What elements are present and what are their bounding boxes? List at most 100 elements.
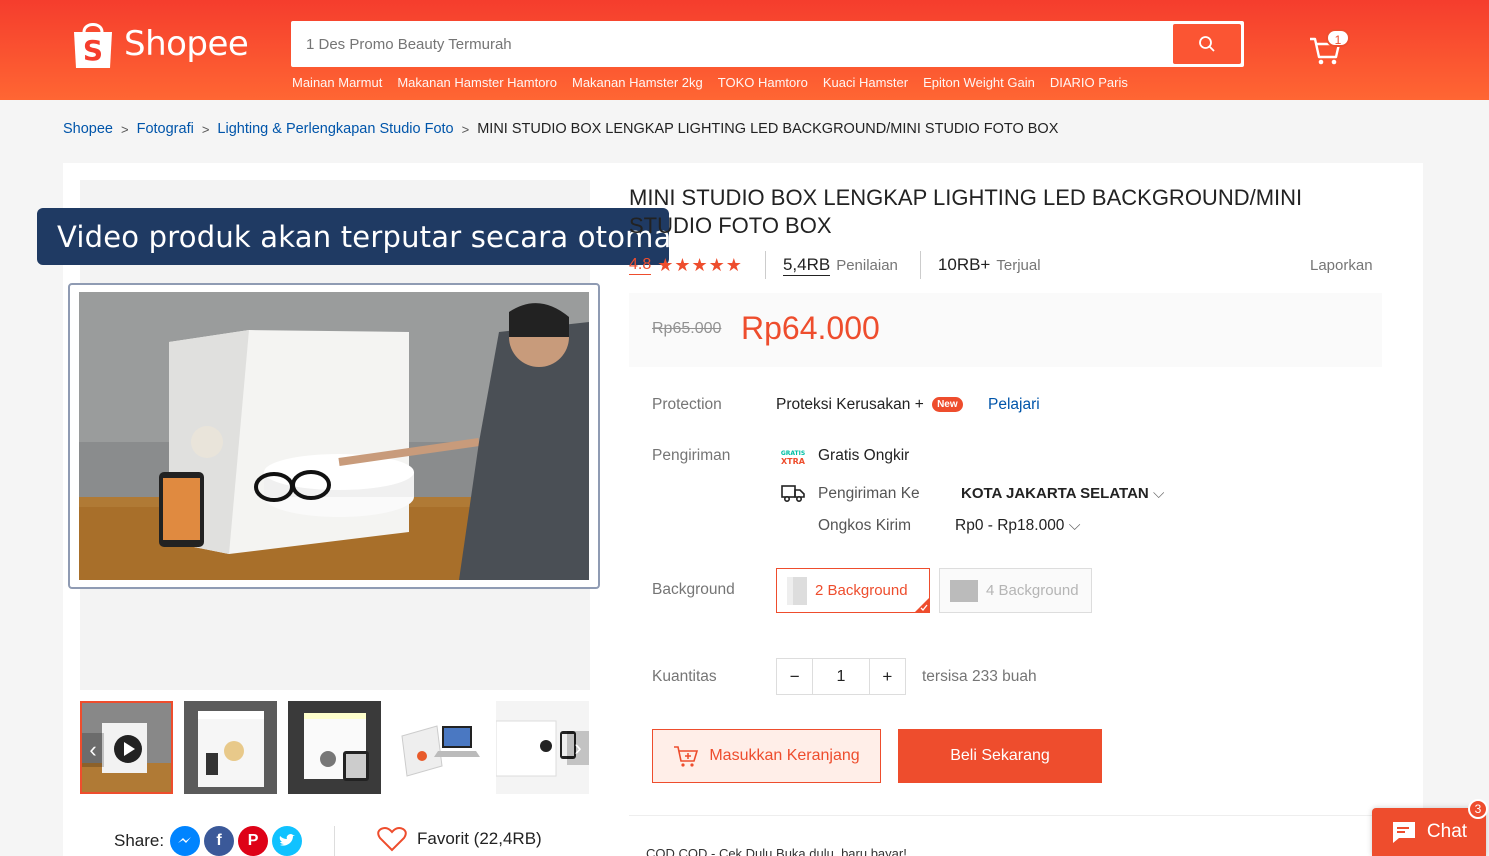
messenger-icon[interactable] [170,826,201,856]
divider [334,826,335,856]
quantity-value[interactable]: 1 [812,659,870,694]
free-shipping-icon: GRATIS XTRA [781,448,805,466]
variant-label: 4 Background [986,582,1079,599]
ship-cost-dropdown[interactable]: Rp0 - Rp18.000 ⌵ [955,517,1081,535]
quantity-label: Kuantitas [652,668,717,685]
protection-text: Proteksi Kerusakan + [776,396,924,413]
svg-text:XTRA: XTRA [781,457,805,466]
protection-value: Proteksi Kerusakan + New [776,396,963,414]
pinterest-icon[interactable]: P [238,826,269,856]
sold-label: Terjual [996,256,1041,274]
ship-to-label: Pengiriman Ke [818,485,920,502]
chevron-right-icon: > [201,121,210,137]
ship-cost-value: Rp0 - Rp18.000 [955,517,1065,534]
search-button[interactable] [1173,24,1241,64]
share-section: Share: f P [114,826,303,856]
original-price: Rp65.000 [652,320,722,337]
stock-text: tersisa 233 buah [922,668,1037,685]
cod-info: COD COD - Cek Dulu Bukа dulu, baru bayar… [646,846,907,856]
thumbnail-image[interactable] [288,701,381,794]
search-suggestions: Mainan Marmut Makanan Hamster Hamtoro Ma… [292,75,1128,90]
favorite-button[interactable]: Favorit (22,4RB) [377,826,542,852]
svg-text:S: S [83,34,103,67]
add-to-cart-button[interactable]: Masukkan Keranjang [652,729,881,783]
thumbnail-video[interactable]: ‹ [80,701,173,794]
variant-image [950,579,978,602]
autoplay-tooltip: Video produk akan terputar secara otomat… [37,208,707,265]
breadcrumb-link[interactable]: Lighting & Perlengkapan Studio Foto [217,121,453,137]
thumbnail-image[interactable] [184,701,277,794]
thumbnail-strip: ‹ › [80,701,590,794]
ship-cost-label: Ongkos Kirim [818,517,912,534]
chevron-right-icon: > [121,121,129,137]
thumbnail-prev-arrow[interactable]: ‹ [82,733,104,767]
suggestion-link[interactable]: Makanan Hamster Hamtoro [397,75,557,90]
truck-icon [781,485,805,503]
breadcrumb-current: MINI STUDIO BOX LENGKAP LIGHTING LED BAC… [477,121,1059,137]
divider [919,251,921,279]
reviews-count[interactable]: 5,4RB [782,255,831,276]
sold-count: 10RB+ [937,255,991,274]
chevron-down-icon: ⌵ [1152,485,1165,502]
chevron-down-icon: ⌵ [1068,517,1081,534]
variant-2-background[interactable]: 2 Background [776,568,930,613]
thumbnail-image[interactable] [392,701,485,794]
favorite-label: Favorit (22,4RB) [417,829,542,848]
shipping-label: Pengiriman [652,447,731,464]
breadcrumb-link[interactable]: Shopee [63,121,113,137]
studio-box-image [288,701,381,794]
suggestion-link[interactable]: DIARIO Paris [1050,75,1128,90]
cart-button[interactable]: 1 [1308,29,1350,73]
suggestion-link[interactable]: Makanan Hamster 2kg [572,75,703,90]
suggestion-link[interactable]: TOKO Hamtoro [718,75,808,90]
product-video[interactable] [68,283,600,589]
search-input[interactable] [306,24,1146,64]
rating-row: 4.8 ★★★★★ 5,4RB Penilaian 10RB+ Terjual [629,251,1041,279]
rating-value[interactable]: 4.8 [629,256,652,275]
product-video-scene [79,292,589,580]
thumbnail-next-arrow[interactable]: › [567,731,589,765]
variant-4-background[interactable]: 4 Background [939,568,1092,613]
chat-icon [1392,822,1415,843]
decrease-button[interactable]: − [777,659,812,694]
buy-now-button[interactable]: Beli Sekarang [898,729,1102,783]
thumbnail-image[interactable]: › [496,701,589,794]
background-label: Background [652,581,735,598]
shopee-logo[interactable]: S Shopee [70,18,249,70]
divider [629,815,1382,816]
studio-box-image [184,701,277,794]
shopping-bag-icon: S [74,23,112,68]
learn-more-link[interactable]: Pelajari [988,396,1040,414]
quantity-stepper: − 1 + [776,658,906,695]
breadcrumb-link[interactable]: Fotografi [137,121,194,137]
current-price: Rp64.000 [741,310,880,346]
chat-label: Chat [1426,821,1468,842]
ship-to-dropdown[interactable]: KOTA JAKARTA SELATAN ⌵ [961,485,1164,502]
chevron-right-icon: > [461,121,470,137]
divider [764,251,766,279]
heart-icon [377,827,407,852]
new-badge: New [932,397,963,413]
search-icon [1199,36,1215,52]
increase-button[interactable]: + [870,659,905,694]
suggestion-link[interactable]: Epiton Weight Gain [923,75,1035,90]
facebook-icon[interactable]: f [204,826,235,856]
report-link[interactable]: Laporkan [1310,257,1373,274]
share-label: Share: [114,831,165,850]
selected-check-icon [915,598,929,612]
suggestion-link[interactable]: Mainan Marmut [292,75,382,90]
add-to-cart-label: Masukkan Keranjang [709,747,860,764]
studio-box-image [392,701,485,794]
cart-count-badge: 1 [1326,29,1350,47]
buy-now-label: Beli Sekarang [950,747,1050,764]
rating-stars-icon: ★★★★★ [657,254,743,275]
free-shipping-text: Gratis Ongkir [818,447,910,464]
reviews-label: Penilaian [836,256,898,274]
suggestion-link[interactable]: Kuaci Hamster [823,75,908,90]
twitter-icon[interactable] [272,826,303,856]
chat-count-badge: 3 [1468,799,1488,819]
logo-text: Shopee [124,24,249,64]
product-title: MINI STUDIO BOX LENGKAP LIGHTING LED BAC… [629,185,1303,238]
top-header: S Shopee Mainan Marmut Makanan Hamster H… [0,0,1489,100]
chat-button[interactable]: Chat [1372,808,1486,856]
